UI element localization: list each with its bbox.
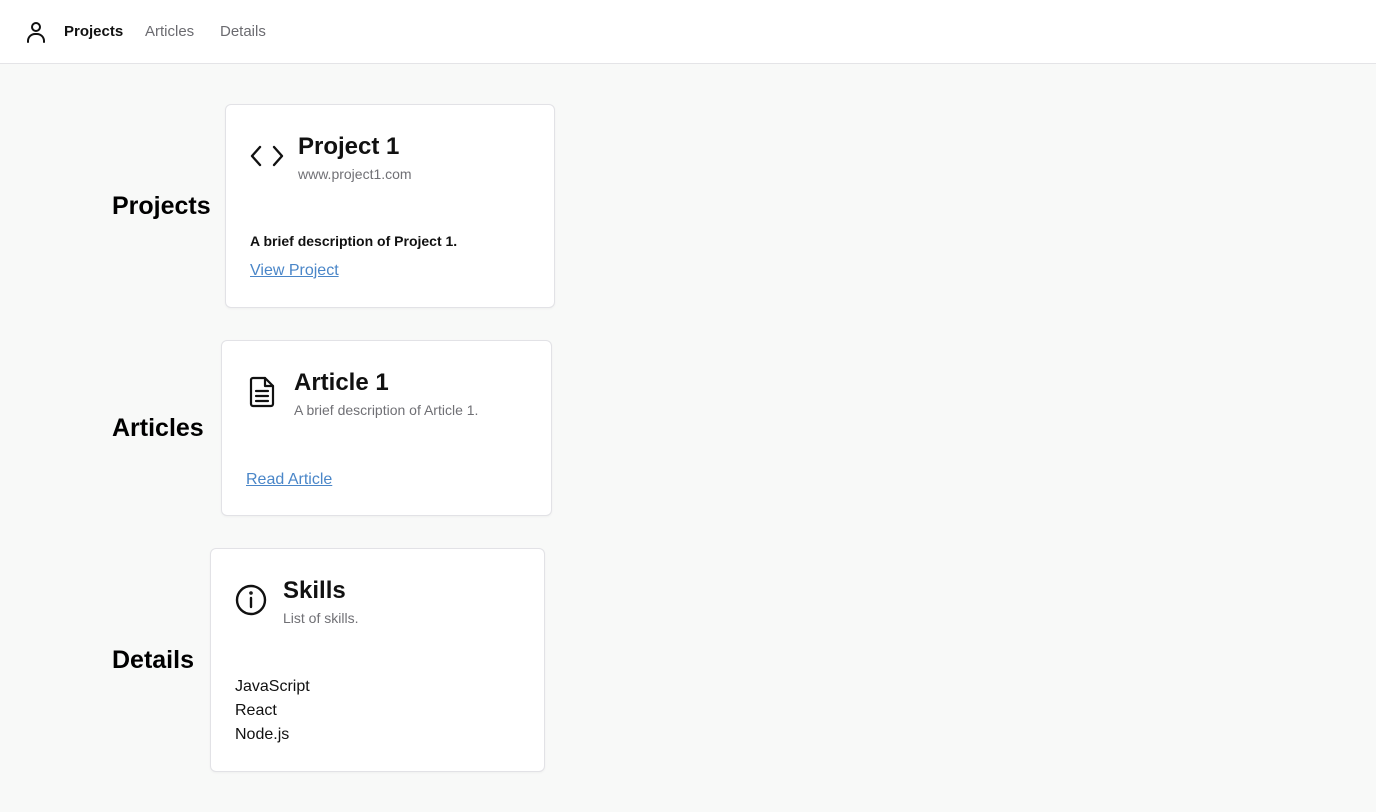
skills-list: JavaScript React Node.js (235, 675, 310, 747)
user-icon[interactable] (24, 20, 48, 44)
nav-link-articles[interactable]: Articles (145, 23, 194, 41)
top-nav-bar: Projects Articles Details (0, 0, 1376, 64)
nav-link-details[interactable]: Details (220, 23, 266, 41)
article-title: Article 1 (294, 369, 389, 396)
document-icon (249, 376, 275, 408)
info-icon (235, 584, 267, 616)
project-url: www.project1.com (298, 166, 412, 182)
project-description: A brief description of Project 1. (250, 233, 458, 249)
skills-card: Skills List of skills. JavaScript React … (210, 548, 545, 772)
skills-title: Skills (283, 577, 346, 604)
section-heading-details: Details (112, 646, 194, 674)
skill-item: JavaScript (235, 678, 310, 695)
article-description: A brief description of Article 1. (294, 402, 479, 418)
skill-item: React (235, 702, 277, 719)
code-icon (250, 145, 284, 167)
read-article-link[interactable]: Read Article (246, 470, 332, 490)
section-heading-articles: Articles (112, 414, 204, 442)
nav-link-projects[interactable]: Projects (64, 23, 123, 41)
skill-item: Node.js (235, 726, 290, 743)
view-project-link[interactable]: View Project (250, 261, 339, 281)
project-title: Project 1 (298, 133, 400, 160)
skills-subtitle: List of skills. (283, 610, 359, 626)
article-card: Article 1 A brief description of Article… (221, 340, 552, 516)
section-heading-projects: Projects (112, 192, 211, 220)
project-card: Project 1 www.project1.com A brief descr… (225, 104, 555, 308)
